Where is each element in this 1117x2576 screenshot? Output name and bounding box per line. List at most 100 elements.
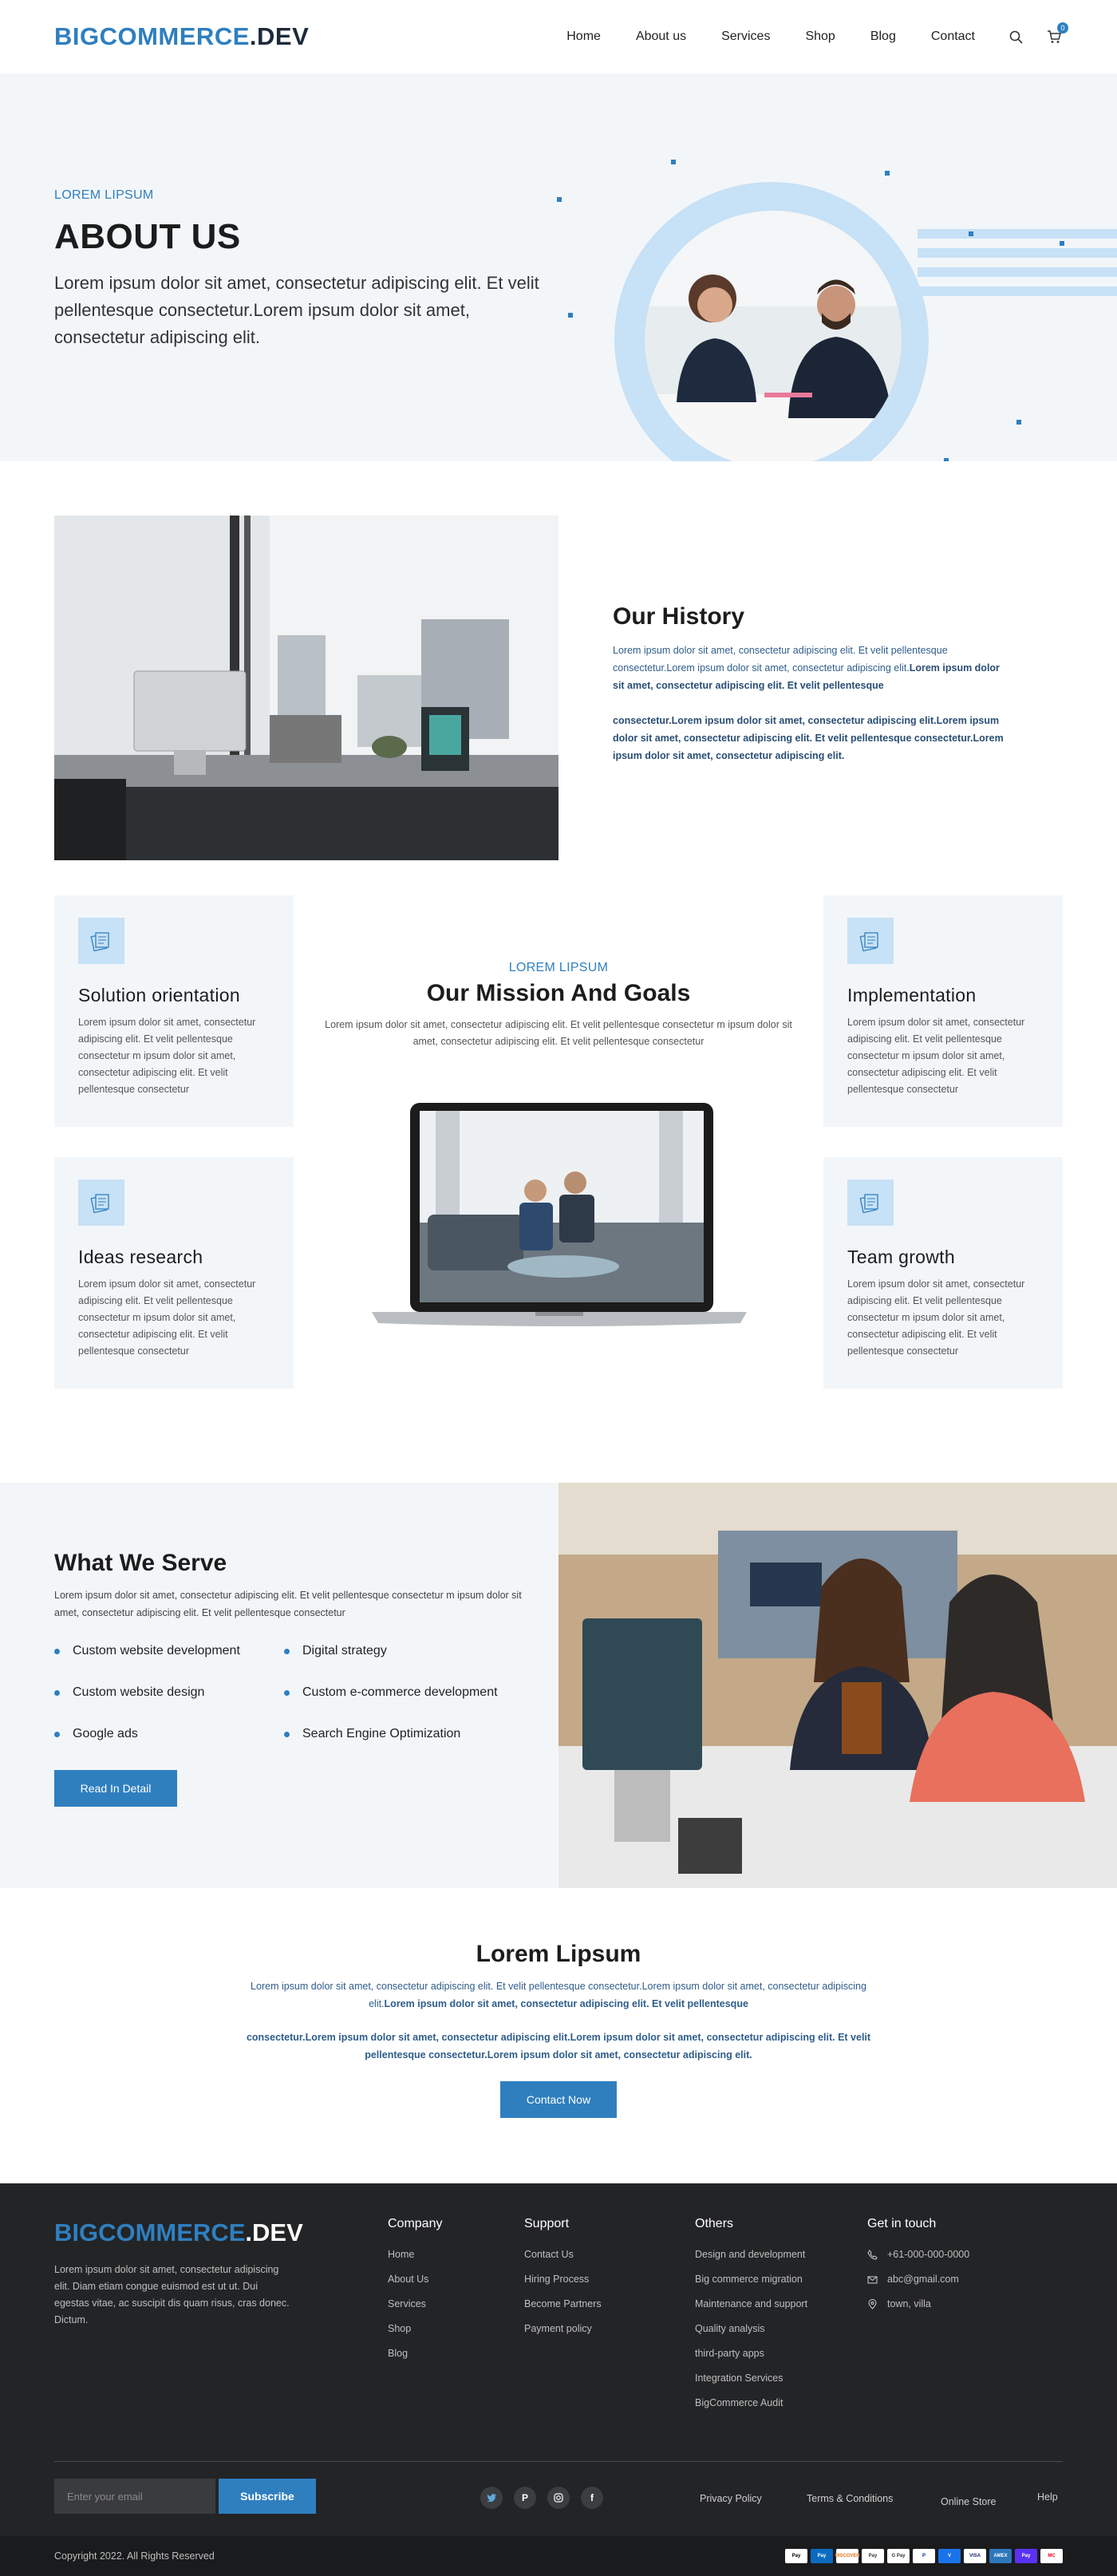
footer-link[interactable]: Integration Services [695,2366,807,2391]
nav-about[interactable]: About us [636,30,686,44]
footer-link[interactable]: Shop [388,2317,442,2341]
footer-link[interactable]: Home [388,2242,442,2267]
goal-card-title: Team growth [847,1247,955,1267]
read-in-detail-button[interactable]: Read In Detail [54,1770,177,1807]
apple-pay-icon: Pay [785,2549,807,2563]
gpay-icon: G Pay [887,2549,910,2563]
twitter-icon[interactable] [480,2487,503,2509]
contact-now-button[interactable]: Contact Now [500,2081,617,2118]
decor-stripe [918,229,1117,239]
footer-company: Company Home About Us Services Shop Blog [388,2217,442,2366]
location-pin-icon [868,2299,877,2309]
online-store-link[interactable]: Online Store [941,2496,996,2507]
instagram-icon[interactable] [547,2487,570,2509]
footer-link[interactable]: Services [388,2292,442,2317]
service-item: Digital strategy [284,1644,523,1658]
decor-dot [1016,420,1021,425]
terms-link[interactable]: Terms & Conditions [807,2493,893,2504]
footer-link[interactable]: BigCommerce Audit [695,2391,807,2416]
cards-stack-icon [78,918,124,964]
hero-kicker: LOREM LIPSUM [54,188,154,202]
footer-link[interactable]: Maintenance and support [695,2292,807,2317]
footer-link[interactable]: Quality analysis [695,2317,807,2341]
help-link[interactable]: Help [1037,2491,1058,2503]
decor-stripe [918,267,1117,277]
serve-desc: Lorem ipsum dolor sit amet, consectetur … [54,1590,522,1618]
history-p1-text: Lorem ipsum dolor sit amet, consectetur … [613,645,948,674]
contact-email[interactable]: abc@gmail.com [867,2267,969,2292]
footer-divider [54,2461,1063,2462]
footer-support-title: Support [524,2217,570,2230]
footer-link[interactable]: Design and development [695,2242,807,2267]
logo-text-suffix: .DEV [249,22,310,50]
footer-link[interactable]: Blog [388,2341,442,2366]
serve-photo [558,1483,1117,1888]
nav-home[interactable]: Home [566,30,601,44]
hero-text: LOREM LIPSUM ABOUT US Lorem ipsum dolor … [54,188,565,351]
nav-blog[interactable]: Blog [870,30,896,44]
contact-phone-text: +61-000-000-0000 [887,2249,970,2260]
site-header: BIGCOMMERCE.DEV Home About us Services S… [0,0,1117,73]
subscribe-button[interactable]: Subscribe [219,2479,316,2514]
newsletter-email-input[interactable] [54,2479,215,2514]
hero-lead: Lorem ipsum dolor sit amet, consectetur … [54,273,539,347]
hero-team-photo [645,211,902,461]
serve-section: What We Serve Lorem ipsum dolor sit amet… [0,1483,1117,1888]
footer-link[interactable]: Contact Us [524,2242,602,2267]
history-title: Our History [613,603,745,630]
decor-stripe [918,286,1117,296]
social-links: P f [480,2487,603,2509]
lorem-p2-bold: consectetur.Lorem ipsum dolor sit amet, … [246,2032,871,2060]
footer-link[interactable]: About Us [388,2267,442,2292]
search-icon[interactable] [1007,28,1024,45]
pinterest-icon[interactable]: P [514,2487,536,2509]
google-pay-icon: Pay [862,2549,884,2563]
contact-address-text: town, villa [887,2298,931,2309]
footer-logo[interactable]: BIGCOMMERCE.DEV [54,2218,303,2247]
decor-dot [969,231,973,236]
contact-email-text: abc@gmail.com [887,2274,959,2285]
footer-logo-suffix: .DEV [245,2218,303,2246]
cards-stack-icon [847,918,894,964]
footer-link[interactable]: third-party apps [695,2341,807,2366]
mission-heading: LOREM LIPSUM Our Mission And Goals Lorem… [319,961,798,1050]
visa-icon: VISA [964,2549,986,2563]
facebook-icon[interactable]: f [581,2487,603,2509]
cards-stack-icon [847,1179,894,1226]
laptop-image [372,1103,747,1326]
goal-card: Team growth Lorem ipsum dolor sit amet, … [823,1157,1063,1389]
serve-text: What We Serve Lorem ipsum dolor sit amet… [54,1550,549,1807]
privacy-policy-link[interactable]: Privacy Policy [700,2493,762,2504]
cart-count-badge: 0 [1057,22,1068,34]
service-item: Search Engine Optimization [284,1727,523,1741]
site-footer: BIGCOMMERCE.DEV Lorem ipsum dolor sit am… [0,2183,1117,2536]
goal-card-title: Implementation [847,985,977,1006]
footer-company-title: Company [388,2217,443,2230]
mission-desc: Lorem ipsum dolor sit amet, consectetur … [325,1019,792,1047]
history-paragraph-1: Lorem ipsum dolor sit amet, consectetur … [613,642,1012,694]
service-item: Google ads [54,1727,284,1741]
goal-card: Ideas research Lorem ipsum dolor sit ame… [54,1157,294,1389]
footer-link[interactable]: Payment policy [524,2317,602,2341]
lorem-p1-bold: Lorem ipsum dolor sit amet, consectetur … [384,1998,748,2009]
footer-about: Lorem ipsum dolor sit amet, consectetur … [54,2264,290,2325]
nav-contact[interactable]: Contact [931,30,975,44]
diners-icon: Pay [811,2549,833,2563]
service-item: Custom website development [54,1644,284,1658]
cart-icon[interactable]: 0 [1045,22,1068,45]
nav-shop[interactable]: Shop [805,30,835,44]
nav-services[interactable]: Services [721,30,770,44]
footer-link[interactable]: Hiring Process [524,2267,602,2292]
footer-link[interactable]: Big commerce migration [695,2267,807,2292]
contact-address: town, villa [867,2292,969,2317]
site-logo[interactable]: BIGCOMMERCE.DEV [54,22,309,51]
amex-icon: AMEX [989,2549,1012,2563]
decor-dot [1060,241,1064,246]
contact-phone[interactable]: +61-000-000-0000 [867,2242,969,2267]
goal-card-text: Lorem ipsum dolor sit amet, consectetur … [847,1278,1025,1357]
history-section: Our History Lorem ipsum dolor sit amet, … [0,461,1117,892]
goal-card-text: Lorem ipsum dolor sit amet, consectetur … [78,1278,256,1357]
footer-link[interactable]: Become Partners [524,2292,602,2317]
mission-kicker: LOREM LIPSUM [508,961,609,974]
footer-logo-main: BIGCOMMERCE [54,2218,246,2246]
